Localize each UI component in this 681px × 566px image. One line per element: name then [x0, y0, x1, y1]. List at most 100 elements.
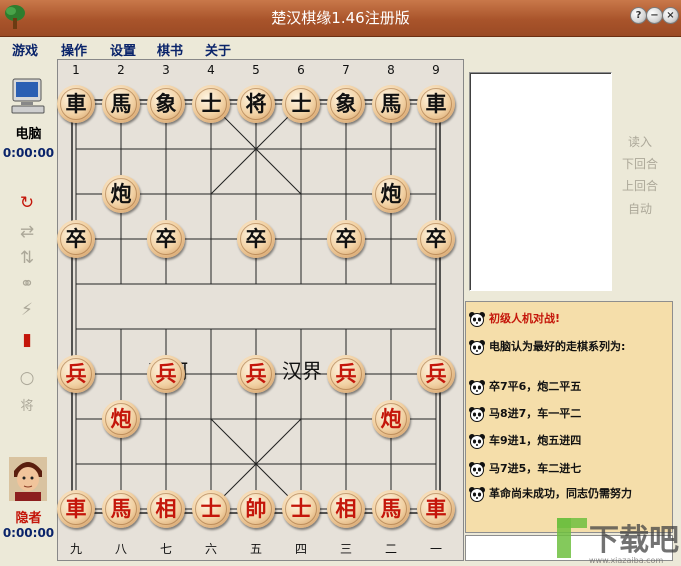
- piece-red[interactable]: 炮: [102, 400, 140, 438]
- piece-black[interactable]: 象: [327, 85, 365, 123]
- piece-red[interactable]: 帥: [237, 490, 275, 528]
- board-grid: [71, 99, 441, 514]
- chat-message: 卒7平6，炮二平五: [468, 378, 668, 395]
- app-window: 楚汉棋缘1.46注册版 ? − × 游戏 操作 设置 棋书 关于 电脑 0:00…: [0, 0, 681, 566]
- panda-icon: [469, 312, 485, 327]
- menu-operate[interactable]: 操作: [61, 40, 87, 59]
- menu-game[interactable]: 游戏: [12, 40, 38, 59]
- panda-icon: [469, 462, 485, 477]
- file-label-bottom: 八: [114, 542, 127, 556]
- menu-about[interactable]: 关于: [205, 40, 231, 59]
- piece-red[interactable]: 兵: [237, 355, 275, 393]
- chat-message: 车9进1，炮五进四: [468, 432, 668, 449]
- piece-black[interactable]: 卒: [327, 220, 365, 258]
- piece-red[interactable]: 兵: [57, 355, 95, 393]
- lightning-icon[interactable]: ⚡: [14, 300, 40, 320]
- chat-message: 初级人机对战!: [468, 310, 668, 327]
- piece-red[interactable]: 兵: [147, 355, 185, 393]
- piece-red[interactable]: 相: [327, 490, 365, 528]
- auto-play-button[interactable]: 自动: [612, 200, 668, 217]
- panda-icon: [469, 487, 485, 502]
- piece-black[interactable]: 士: [282, 85, 320, 123]
- file-label-top: 7: [342, 63, 350, 77]
- prev-move-button[interactable]: 上回合: [612, 177, 668, 194]
- close-button[interactable]: ×: [662, 7, 679, 24]
- piece-red[interactable]: 車: [57, 490, 95, 528]
- help-button[interactable]: ?: [630, 7, 647, 24]
- river-label-han: 汉界: [282, 359, 322, 383]
- piece-black[interactable]: 卒: [57, 220, 95, 258]
- bottom-player-name: 隐者: [15, 511, 42, 526]
- svg-text:www.xiazaiba.com: www.xiazaiba.com: [589, 556, 663, 565]
- piece-black[interactable]: 卒: [237, 220, 275, 258]
- piece-black[interactable]: 炮: [372, 175, 410, 213]
- next-move-button[interactable]: 下回合: [612, 155, 668, 172]
- menu-settings[interactable]: 设置: [110, 40, 136, 59]
- file-label-top: 1: [72, 63, 80, 77]
- piece-black[interactable]: 車: [57, 85, 95, 123]
- empty-piece-icon[interactable]: ○: [14, 368, 40, 388]
- piece-black[interactable]: 卒: [147, 220, 185, 258]
- piece-black[interactable]: 炮: [102, 175, 140, 213]
- top-player-name: 电脑: [15, 127, 42, 142]
- load-button[interactable]: 读入: [612, 133, 668, 150]
- piece-red[interactable]: 炮: [372, 400, 410, 438]
- file-label-bottom: 四: [294, 542, 307, 556]
- minimize-button[interactable]: −: [646, 7, 663, 24]
- swap-horizontal-icon[interactable]: ⇄: [14, 222, 40, 242]
- piece-black[interactable]: 車: [417, 85, 455, 123]
- general-piece-icon[interactable]: 将: [14, 397, 40, 417]
- swap-vertical-icon[interactable]: ⇅: [14, 248, 40, 268]
- file-label-bottom: 五: [249, 542, 262, 556]
- piece-red[interactable]: 車: [417, 490, 455, 528]
- file-label-top: 9: [432, 63, 440, 77]
- file-label-top: 6: [297, 63, 305, 77]
- file-label-top: 5: [252, 63, 260, 77]
- chat-message: 马8进7，车一平二: [468, 405, 668, 422]
- piece-red[interactable]: 士: [192, 490, 230, 528]
- piece-red[interactable]: 馬: [102, 490, 140, 528]
- file-label-top: 8: [387, 63, 395, 77]
- computer-icon: [11, 78, 45, 114]
- exit-door-icon[interactable]: ▮: [14, 330, 40, 350]
- watermark-logo-icon: 下载吧 www.xiazaiba.com: [557, 518, 679, 565]
- title-bar[interactable]: 楚汉棋缘1.46注册版 ? − ×: [0, 0, 681, 37]
- piece-red[interactable]: 馬: [372, 490, 410, 528]
- chat-message: 马7进5，车二进七: [468, 460, 668, 477]
- piece-red[interactable]: 相: [147, 490, 185, 528]
- piece-black[interactable]: 馬: [102, 85, 140, 123]
- file-label-bottom: 九: [69, 542, 82, 556]
- piece-black[interactable]: 士: [192, 85, 230, 123]
- bottom-player-timer: 0:00:00: [2, 526, 55, 540]
- undo-icon[interactable]: ↻: [14, 193, 40, 213]
- move-list-box[interactable]: [469, 72, 612, 291]
- chat-message: 电脑认为最好的走棋系列为:: [468, 338, 668, 355]
- piece-black[interactable]: 馬: [372, 85, 410, 123]
- panda-icon: [469, 407, 485, 422]
- svg-text:下载吧: 下载吧: [589, 523, 679, 558]
- chat-message: 革命尚未成功，同志仍需努力: [468, 485, 668, 502]
- chat-panel: 初级人机对战! 电脑认为最好的走棋系列为: 卒7平6，炮二平五 马8进7，车一平二 车9…: [465, 301, 673, 533]
- left-toolbar: 电脑 0:00:00 ↻ ⇄ ⇅ ⚭ ⚡ ▮ ○ 将 隐者 0:00:00: [0, 59, 57, 566]
- player-avatar: [9, 457, 47, 501]
- piece-black[interactable]: 将: [237, 85, 275, 123]
- chess-board[interactable]: 123456789九八七六五四三二一 楚河 汉界 車馬象士将士象馬車炮炮卒卒卒卒…: [57, 59, 464, 561]
- piece-black[interactable]: 卒: [417, 220, 455, 258]
- piece-red[interactable]: 兵: [417, 355, 455, 393]
- piece-red[interactable]: 士: [282, 490, 320, 528]
- file-label-bottom: 六: [204, 542, 217, 556]
- file-label-bottom: 一: [429, 542, 442, 556]
- file-label-bottom: 三: [339, 542, 352, 556]
- file-label-bottom: 七: [159, 542, 172, 556]
- panda-icon: [469, 340, 485, 355]
- file-label-top: 3: [162, 63, 170, 77]
- top-player-timer: 0:00:00: [2, 146, 55, 160]
- file-label-top: 2: [117, 63, 125, 77]
- menu-chess-book[interactable]: 棋书: [157, 40, 183, 59]
- piece-red[interactable]: 兵: [327, 355, 365, 393]
- file-label-bottom: 二: [384, 542, 397, 556]
- panda-icon: [469, 434, 485, 449]
- panda-icon: [469, 380, 485, 395]
- piece-black[interactable]: 象: [147, 85, 185, 123]
- link-icon[interactable]: ⚭: [14, 274, 40, 294]
